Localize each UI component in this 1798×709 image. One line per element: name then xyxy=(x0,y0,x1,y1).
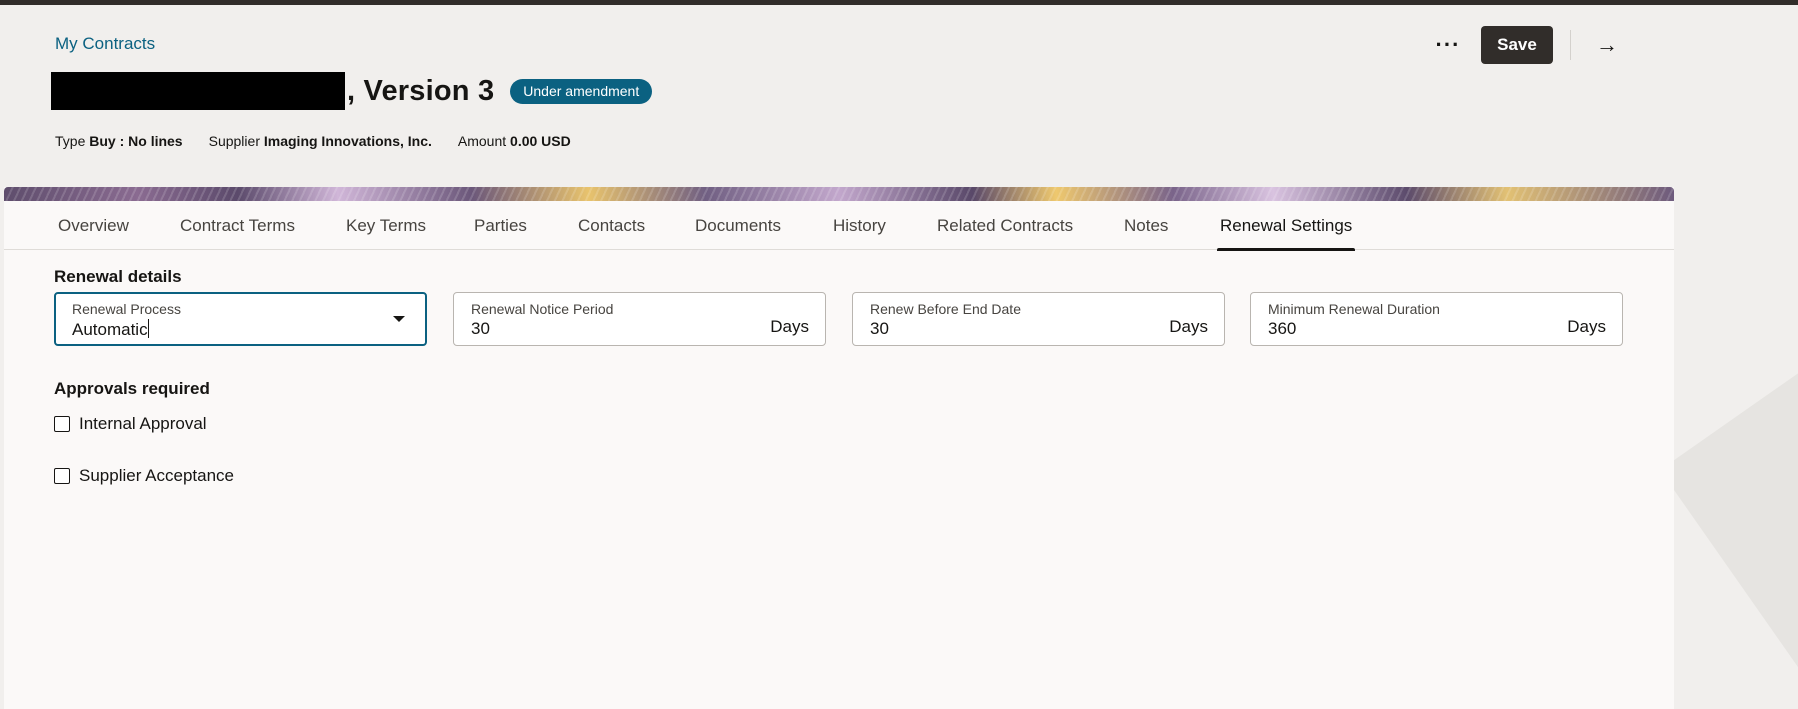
tab-related-contracts[interactable]: Related Contracts xyxy=(934,201,1076,250)
meta-supplier-label: Supplier xyxy=(208,133,260,149)
contract-meta: Type Buy : No lines Supplier Imaging Inn… xyxy=(55,133,597,149)
text-caret xyxy=(147,319,149,338)
header-divider xyxy=(1570,30,1571,60)
tab-key-terms[interactable]: Key Terms xyxy=(343,201,429,250)
renewal-notice-period-label: Renewal Notice Period xyxy=(471,301,614,317)
renewal-process-value: Automatic xyxy=(72,319,149,340)
tab-history[interactable]: History xyxy=(830,201,889,250)
renewal-notice-period-value: 30 xyxy=(471,319,490,338)
minimum-renewal-duration-unit: Days xyxy=(1567,317,1606,336)
content-card xyxy=(4,187,1674,709)
renewal-process-label: Renewal Process xyxy=(72,301,181,317)
meta-supplier: Supplier Imaging Innovations, Inc. xyxy=(209,133,432,149)
background-shape xyxy=(1660,332,1798,709)
minimum-renewal-duration-label: Minimum Renewal Duration xyxy=(1268,301,1440,317)
decorative-banner xyxy=(4,187,1674,201)
more-icon: ··· xyxy=(1435,32,1461,57)
renewal-notice-period-unit: Days xyxy=(770,317,809,336)
renewal-process-select[interactable]: Renewal Process Automatic xyxy=(54,292,427,346)
next-button[interactable]: → xyxy=(1587,26,1627,64)
renew-before-end-date-unit: Days xyxy=(1169,317,1208,336)
internal-approval-label: Internal Approval xyxy=(79,414,207,433)
internal-approval-checkbox[interactable] xyxy=(54,416,70,432)
tab-notes[interactable]: Notes xyxy=(1121,201,1171,250)
renew-before-end-date-value: 30 xyxy=(870,319,889,338)
header-actions: ··· Save → xyxy=(1425,26,1627,64)
minimum-renewal-duration-value: 360 xyxy=(1268,319,1297,338)
tab-parties[interactable]: Parties xyxy=(471,201,530,250)
meta-type: Type Buy : No lines xyxy=(55,133,183,149)
tab-overview[interactable]: Overview xyxy=(55,201,132,250)
minimum-renewal-duration-field[interactable]: Minimum Renewal Duration 360 Days xyxy=(1250,292,1623,346)
renew-before-end-date-label: Renew Before End Date xyxy=(870,301,1021,317)
contract-version-title: , Version 3 xyxy=(347,74,495,107)
tab-documents[interactable]: Documents xyxy=(692,201,784,250)
meta-type-label: Type xyxy=(55,133,86,149)
supplier-acceptance-checkbox[interactable] xyxy=(54,468,70,484)
tab-contract-terms[interactable]: Contract Terms xyxy=(177,201,298,250)
arrow-right-icon: → xyxy=(1596,32,1618,57)
meta-amount-label: Amount xyxy=(457,133,507,149)
more-actions-button[interactable]: ··· xyxy=(1425,26,1471,64)
tab-bar: Overview Contract Terms Key Terms Partie… xyxy=(4,201,1674,251)
caret-down-icon xyxy=(393,316,405,322)
meta-supplier-value: Imaging Innovations, Inc. xyxy=(263,133,432,149)
renew-before-end-date-field[interactable]: Renew Before End Date 30 Days xyxy=(852,292,1225,346)
supplier-acceptance-option[interactable]: Supplier Acceptance xyxy=(54,466,234,486)
meta-amount-value: 0.00 USD xyxy=(510,133,571,149)
breadcrumb-my-contracts[interactable]: My Contracts xyxy=(55,34,155,54)
renewal-notice-period-field[interactable]: Renewal Notice Period 30 Days xyxy=(453,292,826,346)
page-title: , Version 3 Under amendment xyxy=(51,72,653,110)
internal-approval-option[interactable]: Internal Approval xyxy=(54,414,207,434)
approvals-required-heading: Approvals required xyxy=(54,379,210,398)
tab-contacts[interactable]: Contacts xyxy=(575,201,648,250)
supplier-acceptance-label: Supplier Acceptance xyxy=(79,466,234,485)
redacted-contract-name xyxy=(51,72,345,110)
top-bar xyxy=(0,0,1798,5)
renewal-process-text: Automatic xyxy=(72,320,148,339)
status-badge: Under amendment xyxy=(510,78,653,104)
meta-amount: Amount 0.00 USD xyxy=(458,133,571,149)
tab-renewal-settings[interactable]: Renewal Settings xyxy=(1217,201,1356,251)
save-button[interactable]: Save xyxy=(1481,26,1553,64)
meta-type-value: Buy : No lines xyxy=(89,133,183,149)
renewal-details-heading: Renewal details xyxy=(54,267,182,286)
renewal-process-dropdown-button[interactable] xyxy=(387,306,417,334)
